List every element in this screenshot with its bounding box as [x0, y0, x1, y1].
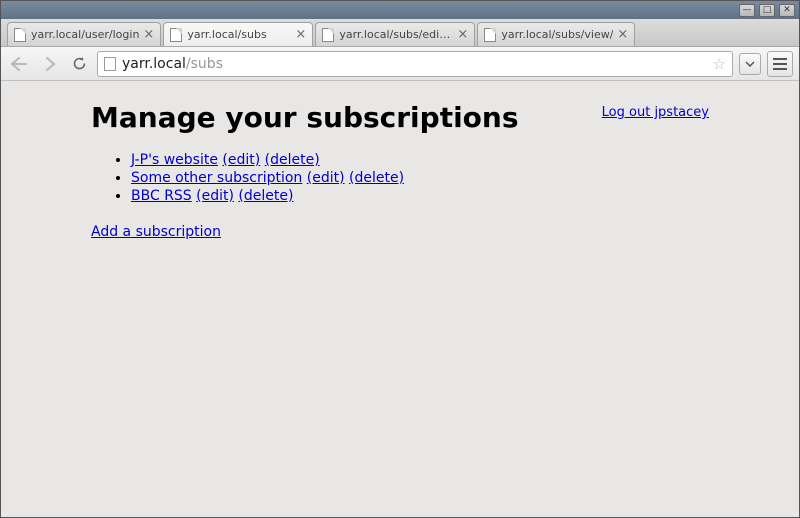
browser-window: — □ ✕ yarr.local/user/login × yarr.local… [0, 0, 800, 518]
header-row: Manage your subscriptions Log out jpstac… [91, 101, 709, 134]
hamburger-icon [773, 58, 787, 60]
page-icon [484, 28, 496, 42]
bookmark-star-icon[interactable]: ☆ [713, 55, 726, 73]
chevron-down-icon [745, 61, 755, 67]
url-text: yarr.local/subs [122, 56, 707, 72]
page-icon [104, 57, 116, 71]
edit-link[interactable]: (edit) [307, 170, 345, 186]
close-icon[interactable]: × [457, 27, 468, 42]
edit-link[interactable]: (edit) [222, 152, 260, 168]
list-item: BBC RSS (edit) (delete) [131, 188, 709, 204]
hamburger-icon [773, 63, 787, 65]
page-title: Manage your subscriptions [91, 101, 602, 134]
tab-label: yarr.local/subs [187, 28, 291, 41]
browser-tab-1[interactable]: yarr.local/subs × [163, 22, 313, 46]
hamburger-icon [773, 68, 787, 70]
subscription-link[interactable]: BBC RSS [131, 188, 192, 204]
page-icon [14, 28, 26, 42]
subscription-link[interactable]: J-P's website [131, 152, 218, 168]
window-minimize-button[interactable]: — [739, 4, 755, 17]
tab-strip: yarr.local/user/login × yarr.local/subs … [1, 19, 799, 47]
back-button[interactable] [7, 52, 31, 76]
edit-link[interactable]: (edit) [196, 188, 234, 204]
page-viewport: Manage your subscriptions Log out jpstac… [1, 81, 799, 517]
window-close-button[interactable]: ✕ [779, 4, 795, 17]
window-titlebar: — □ ✕ [1, 1, 799, 19]
tab-label: yarr.local/user/login [31, 28, 139, 41]
list-item: Some other subscription (edit) (delete) [131, 170, 709, 186]
page-icon [170, 28, 182, 42]
reload-icon [72, 56, 87, 71]
address-bar[interactable]: yarr.local/subs ☆ [97, 51, 733, 77]
url-dropdown-button[interactable] [739, 53, 761, 75]
subscription-link[interactable]: Some other subscription [131, 170, 302, 186]
browser-tab-0[interactable]: yarr.local/user/login × [7, 22, 161, 46]
logout-link[interactable]: Log out jpstacey [602, 105, 709, 120]
close-icon[interactable]: × [295, 27, 306, 42]
forward-icon [42, 57, 56, 71]
url-path: /subs [186, 56, 223, 72]
window-maximize-button[interactable]: □ [759, 4, 775, 17]
list-item: J-P's website (edit) (delete) [131, 152, 709, 168]
hamburger-menu-button[interactable] [767, 51, 793, 77]
page-icon [322, 28, 334, 42]
back-icon [11, 57, 27, 71]
reload-button[interactable] [67, 52, 91, 76]
browser-tab-2[interactable]: yarr.local/subs/edit/5 × [315, 22, 475, 46]
delete-link[interactable]: (delete) [349, 170, 404, 186]
close-icon[interactable]: × [143, 27, 154, 42]
close-icon[interactable]: × [617, 27, 628, 42]
page-content: Manage your subscriptions Log out jpstac… [1, 81, 799, 260]
toolbar: yarr.local/subs ☆ [1, 47, 799, 81]
tab-label: yarr.local/subs/view/ [501, 28, 613, 41]
delete-link[interactable]: (delete) [265, 152, 320, 168]
tab-label: yarr.local/subs/edit/5 [339, 28, 453, 41]
forward-button[interactable] [37, 52, 61, 76]
browser-tab-3[interactable]: yarr.local/subs/view/ × [477, 22, 635, 46]
url-host: yarr.local [122, 56, 186, 72]
subscription-list: J-P's website (edit) (delete) Some other… [131, 152, 709, 204]
add-subscription-link[interactable]: Add a subscription [91, 224, 221, 240]
delete-link[interactable]: (delete) [238, 188, 293, 204]
